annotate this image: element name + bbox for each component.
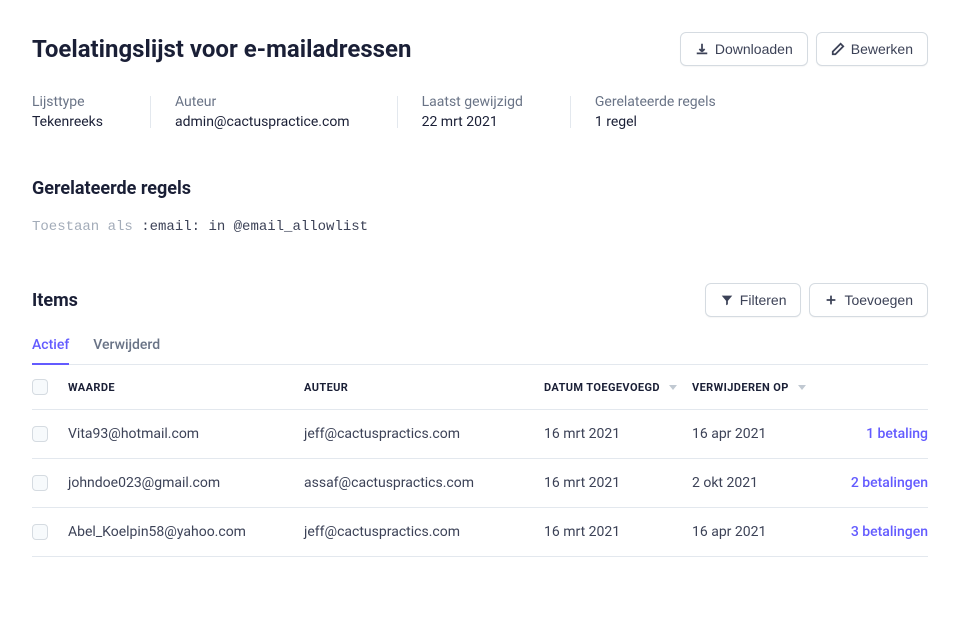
add-button[interactable]: Toevoegen [809,283,928,317]
cell-date-added: 16 mrt 2021 [544,475,692,491]
meta-label: Lijsttype [32,94,103,110]
edit-button[interactable]: Bewerken [816,32,928,66]
add-label: Toevoegen [844,292,913,308]
rule-body: :email: in @email_allowlist [133,219,368,235]
cell-remove-on: 16 apr 2021 [692,426,844,442]
page-title: Toelatingslijst voor e-mailadressen [32,35,411,63]
row-checkbox[interactable] [32,524,48,540]
col-header-remove-on[interactable]: VERWIJDEREN OP [692,381,844,394]
cell-remove-on: 2 okt 2021 [692,475,844,491]
meta-list-type: Lijsttype Tekenreeks [32,94,151,130]
meta-label: Auteur [175,94,350,110]
select-all-checkbox[interactable] [32,379,48,395]
edit-label: Bewerken [851,41,913,57]
cell-value: johndoe023@gmail.com [68,475,304,491]
cell-payments-link[interactable]: 2 betalingen [844,475,928,491]
download-icon [695,42,709,56]
row-checkbox[interactable] [32,426,48,442]
col-header-author: AUTEUR [304,381,544,394]
meta-value: admin@cactuspractice.com [175,114,350,130]
meta-modified: Laatst gewijzigd 22 mrt 2021 [398,94,571,130]
meta-value: 22 mrt 2021 [422,114,523,130]
meta-label: Gerelateerde regels [595,94,716,110]
pencil-icon [831,42,845,56]
col-header-date-added-label: DATUM TOEGEVOEGD [544,381,660,394]
rule-keyword: Toestaan als [32,219,133,235]
tabs: Actief Verwijderd [32,337,928,365]
table-row: johndoe023@gmail.com assaf@cactuspractic… [32,459,928,508]
col-header-value: WAARDE [68,381,304,394]
cell-author: jeff@cactuspractics.com [304,524,544,540]
cell-author: assaf@cactuspractics.com [304,475,544,491]
cell-author: jeff@cactuspractics.com [304,426,544,442]
filter-icon [720,293,734,307]
plus-icon [824,293,838,307]
meta-value: Tekenreeks [32,114,103,130]
table-header: WAARDE AUTEUR DATUM TOEGEVOEGD VERWIJDER… [32,365,928,410]
cell-value: Abel_Koelpin58@yahoo.com [68,524,304,540]
filter-label: Filteren [740,292,787,308]
related-rules-title: Gerelateerde regels [32,178,928,199]
meta-author: Auteur admin@cactuspractice.com [151,94,398,130]
cell-remove-on: 16 apr 2021 [692,524,844,540]
sort-icon [797,382,807,392]
meta-related: Gerelateerde regels 1 regel [571,94,764,130]
header-actions: Downloaden Bewerken [680,32,928,66]
download-label: Downloaden [715,41,793,57]
items-title: Items [32,290,78,311]
col-header-date-added[interactable]: DATUM TOEGEVOEGD [544,381,692,394]
cell-payments-link[interactable]: 1 betaling [844,426,928,442]
table-row: Vita93@hotmail.com jeff@cactuspractics.c… [32,410,928,459]
items-table: WAARDE AUTEUR DATUM TOEGEVOEGD VERWIJDER… [32,365,928,557]
cell-payments-link[interactable]: 3 betalingen [844,524,928,540]
items-actions: Filteren Toevoegen [705,283,928,317]
cell-date-added: 16 mrt 2021 [544,426,692,442]
cell-date-added: 16 mrt 2021 [544,524,692,540]
meta-value: 1 regel [595,114,716,130]
col-header-remove-on-label: VERWIJDEREN OP [692,381,789,394]
sort-icon [668,382,678,392]
tab-removed[interactable]: Verwijderd [93,337,160,365]
filter-button[interactable]: Filteren [705,283,802,317]
table-row: Abel_Koelpin58@yahoo.com jeff@cactusprac… [32,508,928,557]
tab-active[interactable]: Actief [32,337,69,365]
download-button[interactable]: Downloaden [680,32,808,66]
cell-value: Vita93@hotmail.com [68,426,304,442]
meta-label: Laatst gewijzigd [422,94,523,110]
meta-row: Lijsttype Tekenreeks Auteur admin@cactus… [32,94,928,130]
row-checkbox[interactable] [32,475,48,491]
rule-line: Toestaan als :email: in @email_allowlist [32,219,928,235]
